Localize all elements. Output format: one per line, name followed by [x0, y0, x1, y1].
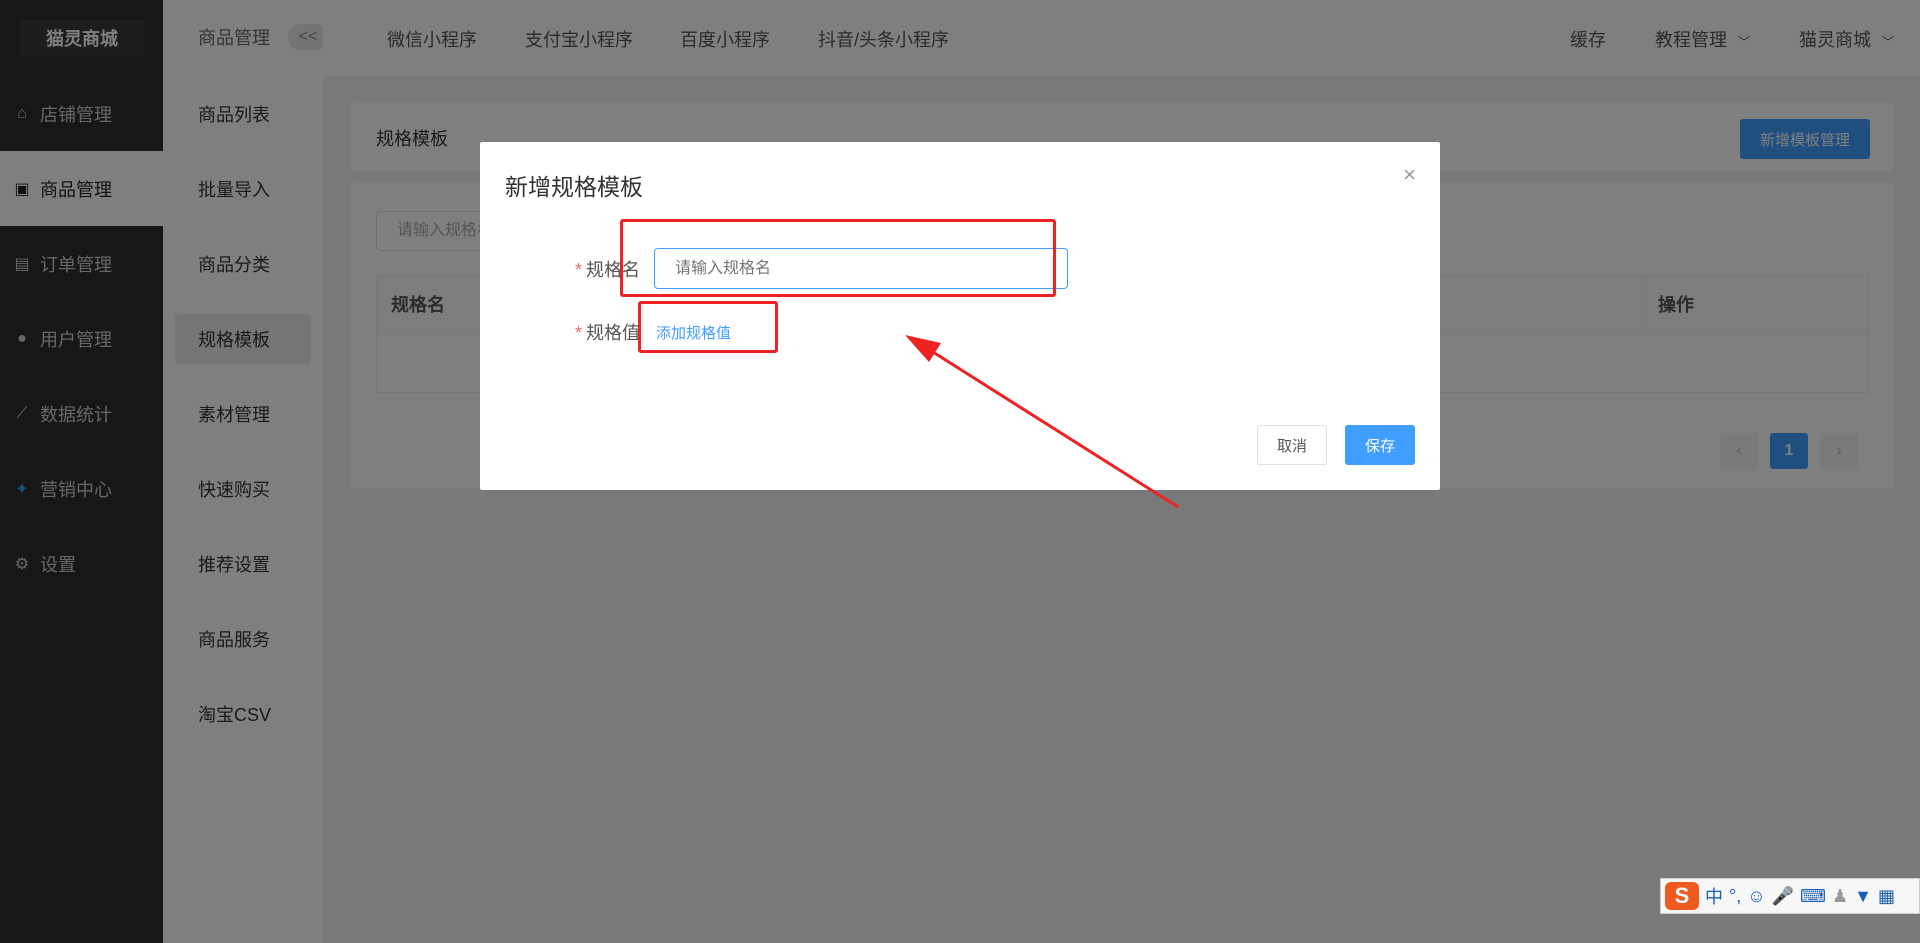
ime-toolbar[interactable]: S 中 °, ☺ 🎤 ⌨ ♟ ▼ ▦ — [1660, 878, 1920, 914]
keyboard-icon[interactable]: ⌨ — [1800, 886, 1826, 907]
emoji-icon[interactable]: ☺ — [1747, 886, 1765, 907]
microphone-icon[interactable]: 🎤 — [1772, 886, 1794, 907]
user-icon[interactable]: ♟ — [1832, 886, 1848, 907]
sogou-logo-icon[interactable]: S — [1665, 882, 1699, 910]
ime-punct-indicator[interactable]: °, — [1729, 886, 1741, 907]
shirt-icon[interactable]: ▼ — [1854, 886, 1872, 907]
grid-icon[interactable]: ▦ — [1878, 886, 1895, 907]
annotation-arrow — [905, 335, 1179, 509]
ime-mode-indicator[interactable]: 中 — [1705, 883, 1723, 909]
